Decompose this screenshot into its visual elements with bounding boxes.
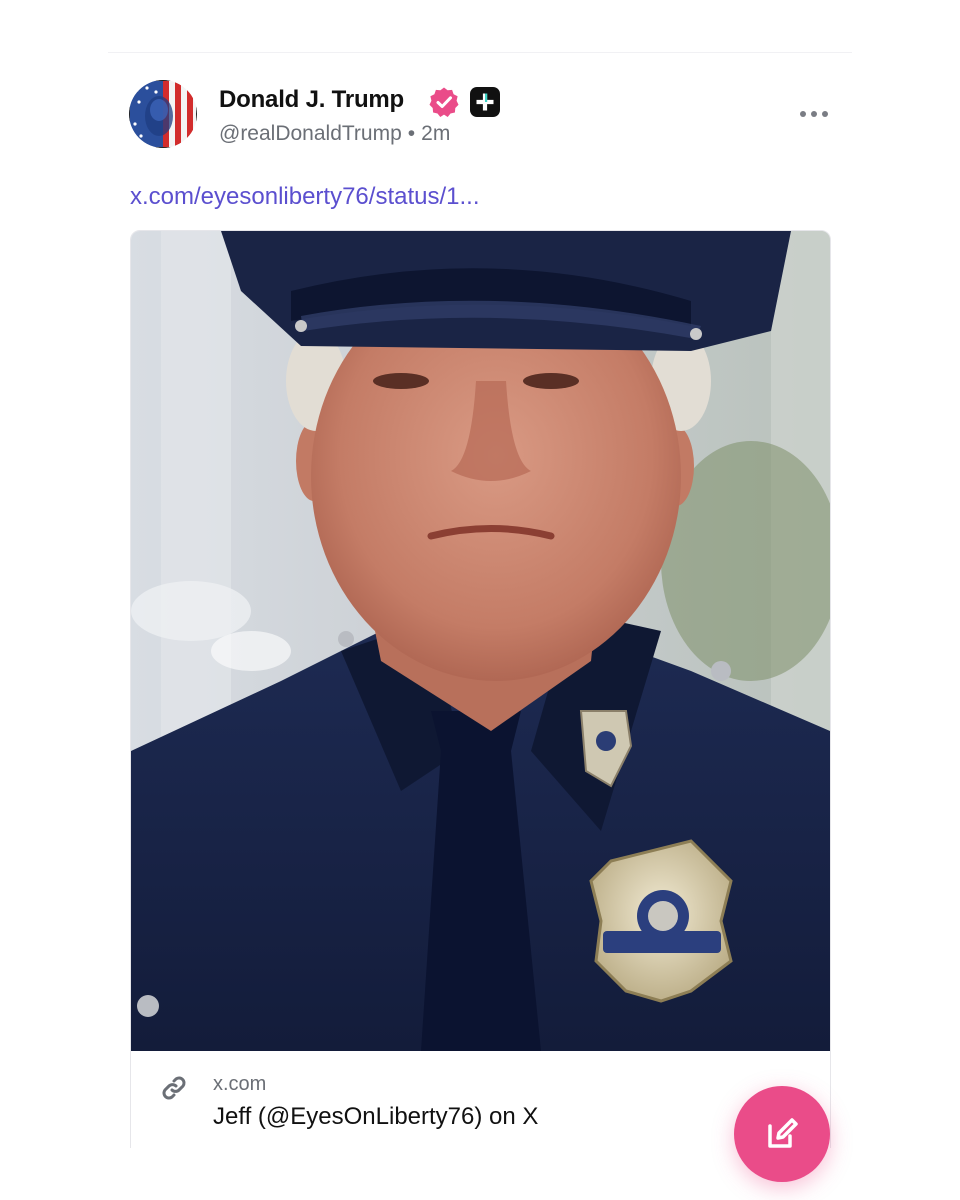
verified-badge-icon — [428, 86, 460, 118]
page: Donald J. Trump @realDonaldTrump • 2m x.… — [0, 0, 960, 1200]
avatar[interactable] — [129, 80, 197, 148]
link-icon — [159, 1073, 189, 1103]
card-image — [131, 231, 830, 1051]
author-display-name[interactable]: Donald J. Trump — [219, 86, 404, 114]
compose-icon — [768, 1118, 798, 1148]
post-link[interactable]: x.com/eyesonliberty76/status/1... — [130, 183, 480, 211]
link-preview-card[interactable]: x.com Jeff (@EyesOnLiberty76) on X — [130, 230, 831, 1172]
compose-button[interactable] — [734, 1086, 830, 1182]
author-handle[interactable]: @realDonaldTrump — [219, 122, 402, 145]
plus-badge-icon — [469, 86, 501, 118]
post: Donald J. Trump @realDonaldTrump • 2m x.… — [0, 0, 960, 1200]
separator-dot: • — [407, 122, 416, 145]
card-domain: x.com — [213, 1073, 267, 1095]
flag-portrait-avatar — [129, 80, 197, 148]
author-meta: @realDonaldTrump • 2m — [219, 122, 450, 146]
card-title[interactable]: Jeff (@EyesOnLiberty76) on X — [213, 1103, 538, 1131]
more-options-button[interactable] — [796, 104, 832, 124]
more-horizontal-icon — [800, 111, 828, 117]
post-timestamp[interactable]: 2m — [421, 122, 450, 145]
